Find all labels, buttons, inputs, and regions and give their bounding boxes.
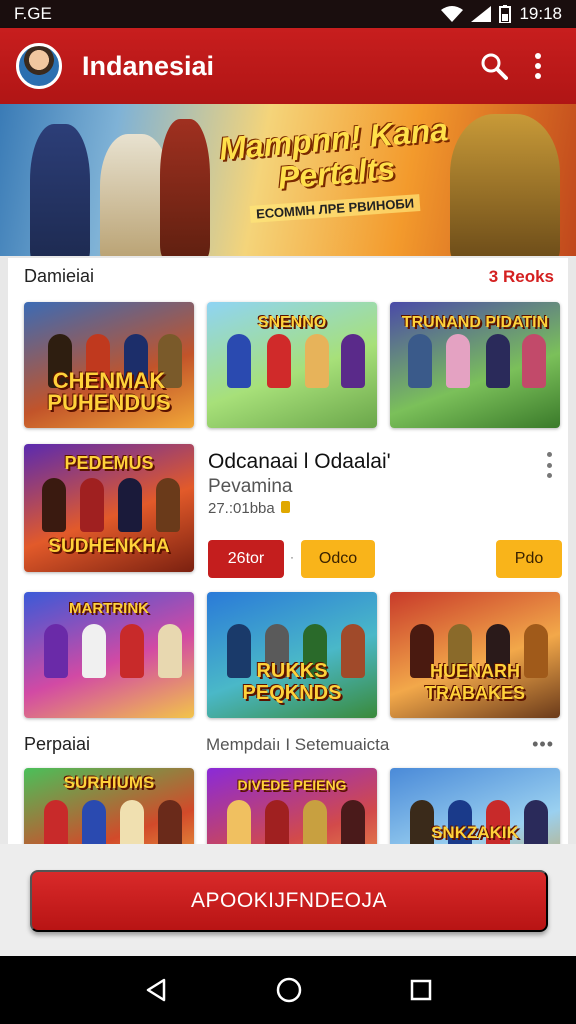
banner-title: Mampnn! Kana Pertalts — [217, 111, 450, 196]
coin-icon — [280, 501, 290, 513]
tile-figure — [80, 478, 104, 532]
featured-secondary-button[interactable]: Odco — [301, 540, 375, 578]
section-middle-text: Mempdaiı I Setemuaicta — [206, 734, 390, 754]
search-button[interactable] — [472, 44, 516, 88]
game-tile[interactable]: CHENMAK PUHENDUS — [24, 302, 194, 428]
tile-title: MARTRINK — [69, 600, 149, 617]
banner-subtitle: ЕСОММН ЛРЕ РВИНОБИ — [249, 194, 421, 223]
tile-title: RUKKS PEQKNDS — [242, 660, 342, 704]
featured-title: Odcanaai l Odaalai' — [208, 450, 391, 473]
tile-title: HUENARH TRABAKES — [424, 661, 525, 703]
section-title: Damieiai — [24, 266, 95, 286]
tile-figure — [305, 334, 329, 388]
tile-figure — [118, 478, 142, 532]
featured-meta-text: 27.:01bba — [208, 500, 275, 517]
tile-title: CHENMAK PUHENDUS — [47, 368, 171, 415]
app-title: Indanesiai — [82, 50, 215, 81]
tile-title: SNENNO — [257, 314, 327, 331]
section-header: Perpaiai Mempdaiı I Setemuaicta ••• — [24, 734, 554, 755]
tile-figure — [227, 334, 251, 388]
featured-more-button[interactable] — [544, 452, 554, 478]
status-bar: F.GЕ 19:18 — [0, 0, 576, 28]
overflow-menu-button[interactable] — [516, 44, 560, 88]
tile-figure — [446, 334, 470, 388]
app-bar: Indanesiai — [0, 28, 576, 104]
game-tile[interactable]: RUKKS PEQKNDS — [207, 592, 377, 718]
tile-figure — [158, 624, 182, 678]
cta-area: APOOKIJFNDEOJA — [0, 844, 576, 956]
tile-figure — [341, 334, 365, 388]
banner-hero-figure — [450, 114, 560, 256]
status-left-text: F.GЕ — [14, 4, 52, 23]
home-icon[interactable] — [275, 976, 303, 1004]
system-nav-bar — [0, 956, 576, 1024]
primary-cta-button[interactable]: APOOKIJFNDEOJA — [30, 870, 548, 932]
featured-primary-button[interactable]: 26tor — [208, 540, 284, 578]
content-card: Damieiai 3 Reoks CHENMAK PUHENDUS SNENNO… — [8, 258, 568, 894]
signal-icon — [471, 6, 492, 22]
tile-figure — [156, 478, 180, 532]
wifi-icon — [441, 6, 464, 22]
banner-hero-figure — [30, 124, 90, 256]
tile-figure — [42, 478, 66, 532]
search-icon — [481, 53, 508, 80]
tile-title: DIVEDE PEIENG — [237, 777, 347, 793]
game-tile[interactable]: HUENARH TRABAKES — [390, 592, 560, 718]
promo-banner[interactable]: Mampnn! Kana Pertalts ЕСОММН ЛРЕ РВИНОБИ — [0, 104, 576, 256]
tile-title: SNKZAKIK — [431, 823, 519, 842]
banner-hero-figure — [160, 119, 210, 256]
tile-top-title: PEDEMUS — [64, 453, 154, 473]
featured-game-tile[interactable]: PEDEMUS SUDHENKHA — [24, 444, 194, 572]
back-icon[interactable] — [143, 977, 169, 1003]
recents-icon[interactable] — [409, 978, 433, 1002]
section-header: Damieiai 3 Reoks — [24, 266, 554, 287]
tile-title: SUDHENKHA — [48, 536, 170, 557]
tile-title: SURHIUMS — [63, 773, 155, 792]
status-time: 19:18 — [519, 4, 562, 23]
tile-figure — [82, 624, 106, 678]
featured-tertiary-button[interactable]: Pdo — [496, 540, 562, 578]
tile-figure — [522, 334, 546, 388]
more-vert-icon — [535, 53, 541, 79]
ellipsis-text: · — [290, 550, 294, 564]
game-tile[interactable]: SNENNO — [207, 302, 377, 428]
more-horiz-icon[interactable]: ••• — [532, 734, 554, 755]
section-title: Perpaiai — [24, 734, 91, 754]
tile-figure — [44, 624, 68, 678]
tile-figure — [408, 334, 432, 388]
tile-figure — [486, 334, 510, 388]
game-tile[interactable]: TRUNAND PIDATIN — [390, 302, 560, 428]
featured-meta: 27.:01bba — [208, 500, 290, 517]
battery-icon — [499, 5, 512, 23]
tile-figure — [267, 334, 291, 388]
section-action-link[interactable]: 3 Reoks — [489, 267, 554, 287]
featured-subtitle: Pevamina — [208, 476, 293, 497]
game-tile[interactable]: MARTRINK — [24, 592, 194, 718]
avatar[interactable] — [16, 43, 62, 89]
tile-title: TRUNAND PIDATIN — [401, 314, 549, 331]
tile-figure — [120, 624, 144, 678]
